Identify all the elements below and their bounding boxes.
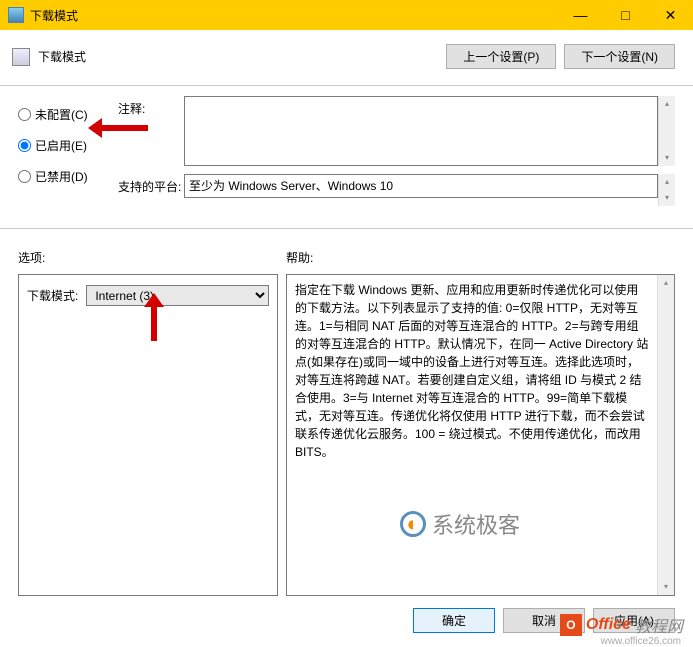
watermark-office-url: www.office26.com (601, 636, 681, 647)
scroll-down-icon: ▾ (658, 579, 674, 595)
platform-label: 支持的平台: (118, 174, 184, 206)
next-setting-button[interactable]: 下一个设置(N) (564, 44, 675, 69)
radio-enabled[interactable]: 已启用(E) (18, 137, 118, 154)
radio-column: 未配置(C) 已启用(E) 已禁用(D) (18, 96, 118, 214)
scroll-up-icon: ▴ (659, 96, 675, 112)
scroll-up-icon: ▴ (659, 174, 675, 190)
cancel-button[interactable]: 取消 (503, 608, 585, 633)
app-icon (8, 7, 24, 23)
ok-button[interactable]: 确定 (413, 608, 495, 633)
download-mode-select[interactable]: Internet (3) (86, 285, 269, 306)
close-button[interactable]: ✕ (648, 0, 693, 30)
fields-column: 注释: ▴ ▾ 支持的平台: 至少为 Windows Server、Window… (118, 96, 675, 214)
comment-row: 注释: ▴ ▾ (118, 96, 675, 166)
download-mode-label: 下载模式: (27, 287, 78, 304)
header: 下载模式 上一个设置(P) 下一个设置(N) (0, 30, 693, 79)
help-panel: 指定在下载 Windows 更新、应用和应用更新时传递优化可以使用的下载方法。以… (286, 274, 675, 596)
platform-value: 至少为 Windows Server、Windows 10 (184, 174, 658, 198)
radio-enabled-input[interactable] (18, 139, 31, 152)
options-label: 选项: (18, 249, 286, 266)
apply-button[interactable]: 应用(A) (593, 608, 675, 633)
help-scrollbar[interactable]: ▴ ▾ (657, 275, 674, 595)
help-label: 帮助: (286, 249, 313, 266)
titlebar: 下载模式 — □ ✕ (0, 0, 693, 30)
scroll-down-icon: ▾ (659, 190, 675, 206)
policy-title: 下载模式 (38, 48, 438, 65)
divider (0, 85, 693, 86)
radio-enabled-label: 已启用(E) (35, 137, 87, 154)
options-panel: 下载模式: Internet (3) (18, 274, 278, 596)
platform-scrollbar[interactable]: ▴ ▾ (658, 174, 675, 206)
window-title: 下载模式 (30, 7, 558, 24)
comment-input[interactable] (184, 96, 658, 166)
radio-not-configured[interactable]: 未配置(C) (18, 106, 118, 123)
config-area: 未配置(C) 已启用(E) 已禁用(D) 注释: ▴ ▾ 支持的平台: 至少为 … (0, 96, 693, 214)
radio-disabled-label: 已禁用(D) (35, 168, 88, 185)
scroll-up-icon: ▴ (658, 275, 674, 291)
help-text: 指定在下载 Windows 更新、应用和应用更新时传递优化可以使用的下载方法。以… (287, 275, 657, 595)
divider (0, 228, 693, 229)
section-labels: 选项: 帮助: (0, 249, 693, 266)
policy-icon (12, 48, 30, 66)
prev-setting-button[interactable]: 上一个设置(P) (446, 44, 556, 69)
maximize-button[interactable]: □ (603, 0, 648, 30)
platform-row: 支持的平台: 至少为 Windows Server、Windows 10 ▴ ▾ (118, 174, 675, 206)
radio-not-configured-input[interactable] (18, 108, 31, 121)
minimize-button[interactable]: — (558, 0, 603, 30)
radio-not-configured-label: 未配置(C) (35, 106, 88, 123)
comment-label: 注释: (118, 96, 184, 166)
footer-buttons: 确定 取消 应用(A) (413, 608, 675, 633)
radio-disabled[interactable]: 已禁用(D) (18, 168, 118, 185)
scroll-down-icon: ▾ (659, 150, 675, 166)
comment-scrollbar[interactable]: ▴ ▾ (658, 96, 675, 166)
lower-panels: 下载模式: Internet (3) 指定在下载 Windows 更新、应用和应… (0, 274, 693, 596)
radio-disabled-input[interactable] (18, 170, 31, 183)
